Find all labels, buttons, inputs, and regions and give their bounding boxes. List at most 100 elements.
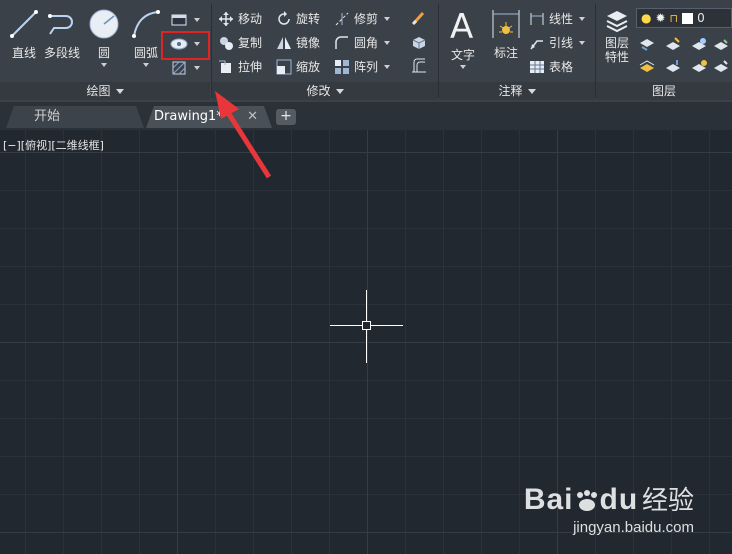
layer-tool-button[interactable] (710, 34, 732, 54)
chevron-down-icon[interactable] (579, 41, 586, 45)
fillet-button[interactable]: 圆角 (334, 32, 391, 54)
rectangle-tool-button[interactable] (168, 10, 190, 30)
color-swatch (682, 12, 694, 24)
erase-button[interactable] (408, 8, 430, 28)
chevron-down-icon[interactable] (460, 65, 466, 69)
erase-icon (411, 11, 425, 26)
layer-properties-button[interactable]: 图层 特性 (598, 4, 636, 78)
watermark-cn: 经验 (641, 486, 694, 516)
offset-icon (412, 58, 426, 73)
layer-tool-button[interactable] (636, 34, 658, 54)
circle-icon (89, 9, 119, 39)
crosshair-pickbox (362, 321, 371, 330)
mirror-label: 镜像 (296, 36, 321, 50)
dimension-label: 标注 (493, 46, 518, 60)
layer-tool-button[interactable] (688, 34, 710, 54)
layer-isolate-icon (666, 37, 680, 50)
scale-button[interactable]: 缩放 (276, 56, 320, 78)
lightbulb-icon: ● (641, 11, 652, 25)
layer-walk-icon (692, 60, 707, 72)
circle-button[interactable]: 圆 (82, 4, 126, 78)
chevron-down-icon[interactable] (101, 63, 107, 67)
layer-tool-button[interactable] (636, 56, 658, 76)
modify-panel-title-text: 修改 (306, 84, 331, 98)
rectangle-icon (171, 14, 187, 26)
table-button[interactable]: 表格 (529, 56, 573, 78)
copy-button[interactable]: 复制 (218, 32, 262, 54)
draw-panel-title[interactable]: 绘图 (0, 82, 210, 100)
linear-label: 线性 (549, 12, 574, 26)
layers-panel-title[interactable]: 图层 (596, 82, 732, 100)
chevron-down-icon[interactable] (194, 66, 200, 70)
layer-properties-label-1: 图层 (604, 36, 629, 50)
annotation-arrow-icon (215, 91, 272, 179)
chevron-down-icon[interactable] (384, 17, 391, 21)
dimension-button[interactable]: 标注 (485, 4, 527, 78)
stretch-label: 拉伸 (238, 60, 263, 74)
array-icon (335, 60, 349, 74)
line-label: 直线 (11, 46, 36, 60)
chevron-down-icon[interactable] (143, 63, 149, 67)
arc-icon (132, 10, 160, 38)
layers-panel-title-text: 图层 (651, 84, 676, 98)
annotation-panel-title[interactable]: 注释 (439, 82, 595, 100)
tab-start[interactable]: 开始 (6, 106, 144, 128)
explode-button[interactable] (408, 32, 430, 52)
current-layer-name: 0 (697, 11, 705, 25)
chevron-down-icon[interactable] (384, 65, 391, 69)
tab-label: 开始 (34, 109, 61, 124)
viewport-controls[interactable]: [−][俯视][二维线框] (3, 137, 104, 153)
leader-button[interactable]: 引线 (529, 32, 586, 54)
chevron-down-icon[interactable] (194, 18, 200, 22)
hatch-icon (172, 61, 186, 75)
layer-off-icon (640, 39, 654, 51)
line-button[interactable]: 直线 (2, 4, 46, 78)
mirror-button[interactable]: 镜像 (276, 32, 320, 54)
scale-label: 缩放 (296, 60, 321, 74)
chevron-down-icon (527, 89, 536, 94)
watermark-logo: Bai (523, 483, 574, 516)
fillet-label: 圆角 (354, 36, 379, 50)
stretch-button[interactable]: 拉伸 (218, 56, 262, 78)
linear-dim-icon (530, 13, 544, 25)
move-label: 移动 (238, 12, 263, 26)
layer-tool-button[interactable] (688, 56, 710, 76)
copy-label: 复制 (238, 36, 263, 50)
layer-dropdown[interactable]: ● ✹ ⊓ 0 (636, 8, 732, 28)
polyline-button[interactable]: 多段线 (42, 4, 82, 78)
chevron-down-icon (335, 89, 344, 94)
mirror-icon (277, 37, 291, 49)
layer-match-icon (639, 60, 655, 72)
chevron-down-icon[interactable] (384, 41, 391, 45)
layer-previous-icon (666, 60, 680, 72)
leader-label: 引线 (549, 36, 574, 50)
offset-button[interactable] (408, 56, 430, 76)
rotate-button[interactable]: 旋转 (276, 8, 320, 30)
dimension-icon (492, 10, 520, 38)
move-icon (219, 12, 233, 26)
trim-button[interactable]: 修剪 (334, 8, 391, 30)
trim-label: 修剪 (354, 12, 379, 26)
array-button[interactable]: 阵列 (334, 56, 391, 78)
file-tab-bar: 开始 Drawing1* ✕ + (0, 102, 732, 130)
circle-label: 圆 (97, 46, 110, 60)
draw-panel-title-text: 绘图 (86, 84, 111, 98)
ribbon: 直线 多段线 圆 圆弧 绘图 移动 复制 拉伸 旋转 镜像 缩放 修剪 圆角 阵… (0, 0, 732, 102)
linear-button[interactable]: 线性 (529, 8, 586, 30)
layer-tool-button[interactable] (710, 56, 732, 76)
highlight-box (161, 31, 210, 60)
rotate-icon (278, 11, 290, 25)
text-label: 文字 (450, 48, 475, 62)
layer-tool-button[interactable] (662, 34, 684, 54)
sun-icon: ✹ (655, 11, 666, 25)
baidu-watermark: Bai du 经验 jingyan.baidu.com (524, 480, 694, 536)
fillet-icon (335, 36, 348, 49)
chevron-down-icon[interactable] (579, 17, 586, 21)
hatch-tool-button[interactable] (168, 58, 190, 78)
layer-tool-button[interactable] (662, 56, 684, 76)
move-button[interactable]: 移动 (218, 8, 262, 30)
new-tab-button[interactable]: + (276, 109, 296, 125)
scale-icon (276, 59, 292, 75)
text-button[interactable]: A 文字 (441, 4, 485, 78)
annotation-panel-title-text: 注释 (498, 84, 523, 98)
